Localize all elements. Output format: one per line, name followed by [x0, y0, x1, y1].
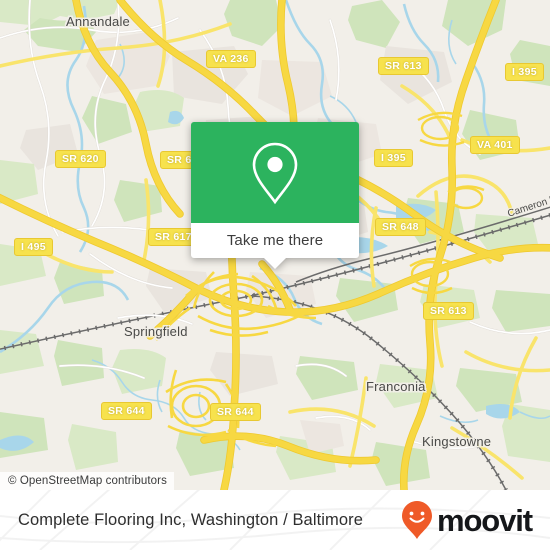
map-pin-icon [252, 142, 298, 204]
location-popup[interactable]: Take me there [191, 122, 359, 269]
road-shield-sr-613-e: SR 613 [423, 302, 474, 320]
road-shield-i-395-ne: I 395 [505, 63, 544, 81]
road-shield-sr-648: SR 648 [375, 218, 426, 236]
footer-content: Complete Flooring Inc, Washington / Balt… [0, 490, 550, 550]
moovit-brand[interactable]: moovit [400, 500, 533, 540]
road-shield-va-401: VA 401 [470, 136, 520, 154]
map-canvas[interactable]: .park { fill:#d9e9c6; } .wood { fill:#cf… [0, 0, 550, 490]
road-shield-i-395-c: I 395 [374, 149, 413, 167]
road-shield-sr-644-w: SR 644 [101, 402, 152, 420]
road-shield-i-495: I 495 [14, 238, 53, 256]
road-shield-sr-644-e: SR 644 [210, 403, 261, 421]
moovit-pin-icon [401, 501, 432, 539]
moovit-wordmark: moovit [436, 502, 533, 538]
footer-bar: Complete Flooring Inc, Washington / Balt… [0, 490, 550, 550]
road-shield-sr-613-n: SR 613 [378, 57, 429, 75]
osm-attribution[interactable]: © OpenStreetMap contributors [0, 472, 174, 490]
popup-tail [263, 257, 287, 269]
road-shield-sr-620: SR 620 [55, 150, 106, 168]
map-screenshot: .park { fill:#d9e9c6; } .wood { fill:#cf… [0, 0, 550, 550]
popup-action-label: Take me there [226, 232, 324, 249]
popup-header [191, 122, 359, 223]
road-shield-va-236: VA 236 [206, 50, 256, 68]
footer-place-title: Complete Flooring Inc, Washington / Balt… [18, 510, 364, 529]
popup-action[interactable]: Take me there [191, 223, 359, 269]
